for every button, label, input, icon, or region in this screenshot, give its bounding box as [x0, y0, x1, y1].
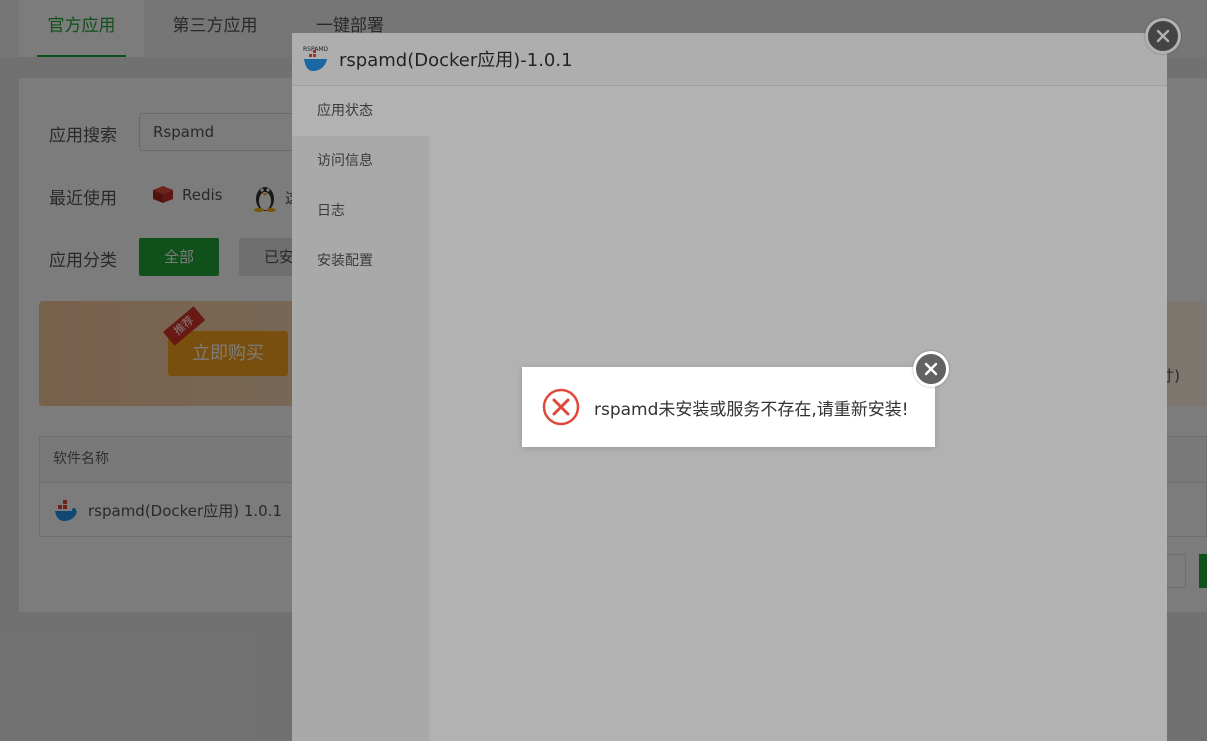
alert-message: rspamd未安装或服务不存在,请重新安装!	[594, 399, 909, 420]
alert-close-button[interactable]	[913, 351, 949, 387]
close-icon	[924, 362, 938, 376]
error-x-icon	[542, 388, 580, 426]
error-alert: rspamd未安装或服务不存在,请重新安装!	[522, 367, 935, 447]
